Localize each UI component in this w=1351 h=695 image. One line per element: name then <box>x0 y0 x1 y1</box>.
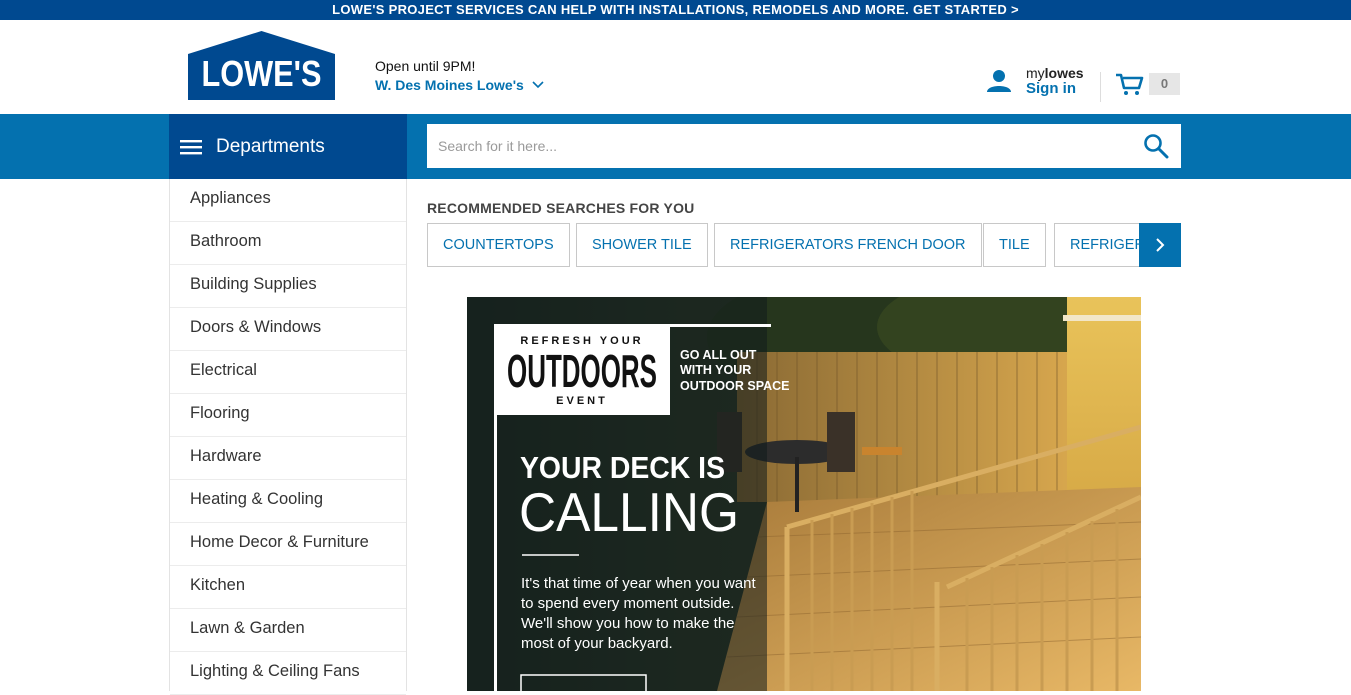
site-header: LOWE'S Open until 9PM! W. Des Moines Low… <box>0 22 1351 114</box>
hero-body-3: We'll show you how to make the <box>521 615 735 632</box>
badge-bottom-text: EVENT <box>556 395 608 407</box>
departments-sidebar: Appliances Bathroom Building Supplies Do… <box>169 179 407 695</box>
search-button[interactable] <box>1143 133 1169 164</box>
sidebar-item-doors-windows[interactable]: Doors & Windows <box>170 308 406 351</box>
sign-in-link[interactable]: Sign in <box>1026 81 1084 96</box>
chevron-right-icon <box>1156 238 1165 252</box>
sidebar-item-bathroom[interactable]: Bathroom <box>170 222 406 265</box>
chip-countertops[interactable]: COUNTERTOPS <box>427 223 570 267</box>
mylowes-brand: lowes <box>1044 65 1084 81</box>
tagline-line-3: OUTDOOR SPACE <box>680 379 790 393</box>
hero-headline-1: YOUR DECK IS <box>520 450 725 485</box>
hero-body-4: most of your backyard. <box>521 635 673 652</box>
logo-text: LOWE'S <box>202 53 322 94</box>
sidebar-item-lighting[interactable]: Lighting & Ceiling Fans <box>170 652 406 695</box>
departments-label: Departments <box>216 135 325 157</box>
sidebar-item-building-supplies[interactable]: Building Supplies <box>170 265 406 308</box>
tagline-line-1: GO ALL OUT <box>680 348 757 362</box>
hero-body-2: to spend every moment outside. <box>521 595 734 612</box>
promo-banner[interactable]: LOWE'S PROJECT SERVICES CAN HELP WITH IN… <box>0 0 1351 22</box>
sidebar-item-heating-cooling[interactable]: Heating & Cooling <box>170 480 406 523</box>
recommended-chips: COUNTERTOPS SHOWER TILE REFRIGERATORS FR… <box>427 223 1181 267</box>
hero-headline-2: CALLING <box>519 481 739 543</box>
cart-button[interactable]: 0 <box>1115 72 1180 96</box>
chevron-down-icon <box>532 81 544 89</box>
sidebar-item-kitchen[interactable]: Kitchen <box>170 566 406 609</box>
hero-body-1: It's that time of year when you want <box>521 575 756 592</box>
search-icon <box>1144 134 1169 159</box>
recommended-title: RECOMMENDED SEARCHES FOR YOU <box>427 200 695 216</box>
search-box <box>427 124 1181 168</box>
store-name-link[interactable]: W. Des Moines Lowe's <box>375 77 544 93</box>
store-hours: Open until 9PM! <box>375 58 476 74</box>
account-menu[interactable]: mylowes Sign in <box>986 66 1084 96</box>
chip-shower-tile[interactable]: SHOWER TILE <box>576 223 708 267</box>
store-name: W. Des Moines Lowe's <box>375 77 524 93</box>
sidebar-item-flooring[interactable]: Flooring <box>170 394 406 437</box>
header-divider <box>1100 72 1101 102</box>
sidebar-item-home-decor[interactable]: Home Decor & Furniture <box>170 523 406 566</box>
lowes-logo[interactable]: LOWE'S <box>188 31 335 100</box>
user-icon <box>987 70 1011 92</box>
sidebar-item-appliances[interactable]: Appliances <box>170 179 406 222</box>
mylowes-label: mylowes <box>1026 66 1084 81</box>
hamburger-icon <box>180 139 202 154</box>
tagline-line-2: WITH YOUR <box>680 363 751 377</box>
mylowes-prefix: my <box>1026 65 1045 81</box>
chips-next-button[interactable] <box>1139 223 1181 267</box>
cart-count: 0 <box>1149 73 1180 95</box>
hero-image: REFRESH YOUR OUTDOORS EVENT GO ALL OUT W… <box>467 297 1141 691</box>
sidebar-item-electrical[interactable]: Electrical <box>170 351 406 394</box>
departments-button[interactable]: Departments <box>169 114 407 179</box>
chip-tile[interactable]: TILE <box>983 223 1046 267</box>
hero-banner[interactable]: REFRESH YOUR OUTDOORS EVENT GO ALL OUT W… <box>467 297 1141 691</box>
sidebar-item-hardware[interactable]: Hardware <box>170 437 406 480</box>
search-input[interactable] <box>427 124 1127 168</box>
store-selector: Open until 9PM! W. Des Moines Lowe's <box>375 58 544 93</box>
chip-refrigerators-french-door[interactable]: REFRIGERATORS FRENCH DOOR <box>714 223 982 267</box>
badge-main-text: OUTDOORS <box>507 345 657 397</box>
cart-icon <box>1116 73 1144 95</box>
sidebar-item-lawn-garden[interactable]: Lawn & Garden <box>170 609 406 652</box>
